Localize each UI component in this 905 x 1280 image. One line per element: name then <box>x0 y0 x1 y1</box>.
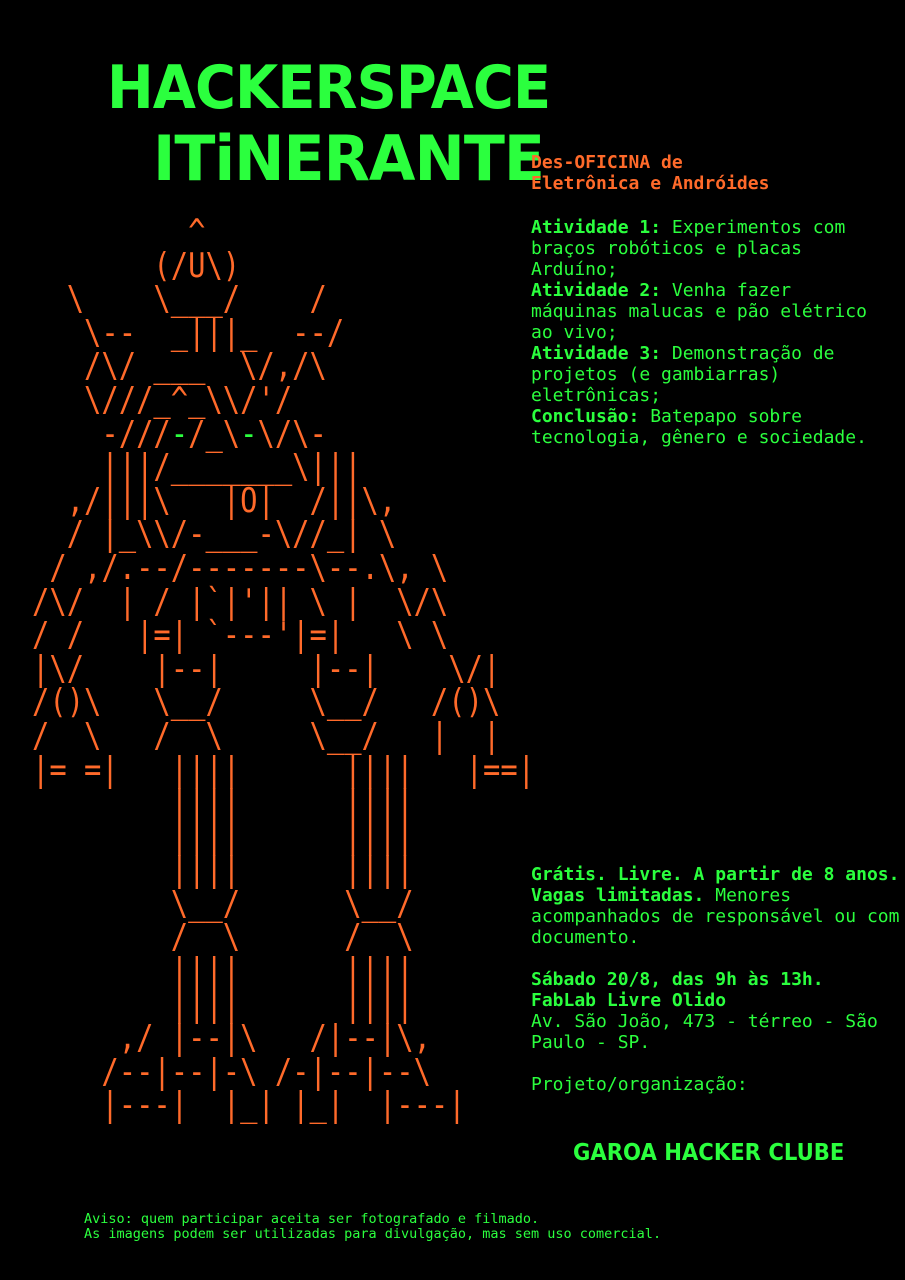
activity-label: Atividade 1: <box>531 217 662 238</box>
schedule-info: Sábado 20/8, das 9h às 13h. FabLab Livre … <box>531 969 901 1053</box>
event-info: Grátis. Livre. A partir de 8 anos. Vagas… <box>531 864 901 1116</box>
activity-item: Atividade 3: Demonstração de projetos (e… <box>531 343 881 406</box>
ascii-robot: ^ (/U\) \ \___/ / \-- _|||_ --/ /\/ ___ … <box>32 215 535 1122</box>
eligibility-info: Grátis. Livre. A partir de 8 anos. Vagas… <box>531 864 901 948</box>
organization-label: Projeto/organização: <box>531 1074 748 1095</box>
event-venue: FabLab Livre Olido <box>531 990 727 1011</box>
photo-notice: Aviso: quem participar aceita ser fotogr… <box>84 1212 661 1242</box>
activities-list: Atividade 1: Experimentos com braços rob… <box>531 217 881 448</box>
activity-label: Atividade 2: <box>531 280 662 301</box>
organization-logo-text: GAROA HACKER CLUBE <box>573 1140 845 1166</box>
notice-line: Aviso: quem participar aceita ser fotogr… <box>84 1211 540 1227</box>
activity-label: Atividade 3: <box>531 343 662 364</box>
event-address: Av. São João, 473 - térreo - São Paulo -… <box>531 1011 878 1053</box>
title-line-1: HACKERSPACE <box>107 53 551 123</box>
notice-line: As imagens podem ser utilizadas para div… <box>84 1226 662 1242</box>
conclusion-label: Conclusão: <box>531 406 640 427</box>
activity-item: Atividade 1: Experimentos com braços rob… <box>531 217 881 280</box>
activity-item: Conclusão: Batepapo sobre tecnologia, gê… <box>531 406 881 448</box>
subtitle: Des-OFICINA de Eletrônica e Andróides <box>531 152 770 194</box>
robot-line: |---| |_| |_| |---| <box>32 1085 466 1125</box>
event-date: Sábado 20/8, das 9h às 13h. <box>531 969 824 990</box>
title-line-2: ITiNERANTE <box>153 122 545 195</box>
activity-item: Atividade 2: Venha fazer máquinas maluca… <box>531 280 881 343</box>
